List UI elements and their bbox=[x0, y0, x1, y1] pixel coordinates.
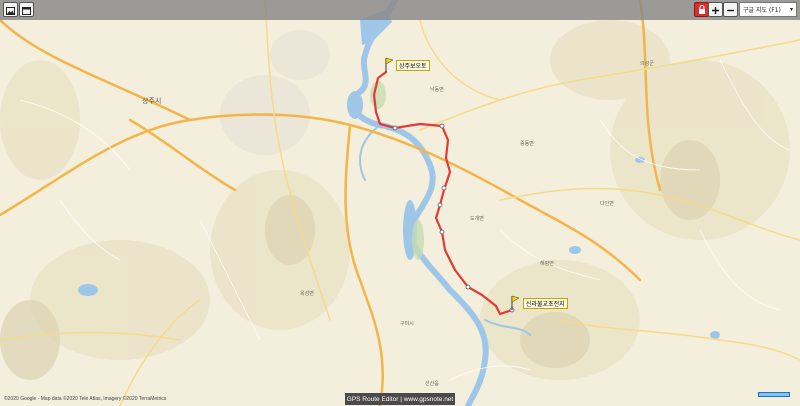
place-label-5: 옥성면 bbox=[300, 291, 314, 297]
place-label-6: 구미시 bbox=[400, 321, 414, 327]
map-type-select[interactable]: 구글 지도 (F1) ▾ bbox=[739, 2, 797, 17]
place-label-sangju: 상주시 bbox=[142, 97, 162, 105]
lock-icon bbox=[698, 0, 706, 19]
window-icon bbox=[22, 0, 31, 19]
window-button[interactable] bbox=[19, 2, 34, 17]
place-label-1: 낙동면 bbox=[430, 87, 444, 93]
chevron-down-icon: ▾ bbox=[789, 6, 793, 13]
place-label-9: 다인면 bbox=[600, 201, 614, 207]
end-point-label[interactable]: 신라불교초전지 bbox=[523, 298, 568, 309]
start-point-label[interactable]: 상주보오토 bbox=[396, 60, 430, 71]
app-footer-title[interactable]: GPS Route Editor | www.gpsnote.net bbox=[345, 393, 455, 405]
place-label-4: 도개면 bbox=[470, 216, 484, 222]
place-label-2: 중동면 bbox=[520, 141, 534, 147]
minus-icon bbox=[726, 0, 735, 19]
map-type-value: 구글 지도 (F1) bbox=[743, 7, 781, 14]
zoom-in-button[interactable] bbox=[708, 2, 723, 17]
image-button[interactable] bbox=[3, 2, 18, 17]
map-attribution: ©2020 Google - Map data ©2020 Tele Atlas… bbox=[4, 396, 167, 402]
place-label-8: 선산읍 bbox=[425, 381, 439, 387]
plus-icon bbox=[711, 0, 720, 19]
lock-button[interactable] bbox=[694, 2, 709, 17]
zoom-out-button[interactable] bbox=[723, 2, 738, 17]
place-label-3: 의성군 bbox=[640, 61, 654, 67]
place-label-7: 해평면 bbox=[540, 261, 554, 267]
scale-bar bbox=[758, 392, 790, 397]
image-icon bbox=[6, 0, 15, 19]
top-toolbar: 구글 지도 (F1) ▾ bbox=[0, 0, 800, 20]
